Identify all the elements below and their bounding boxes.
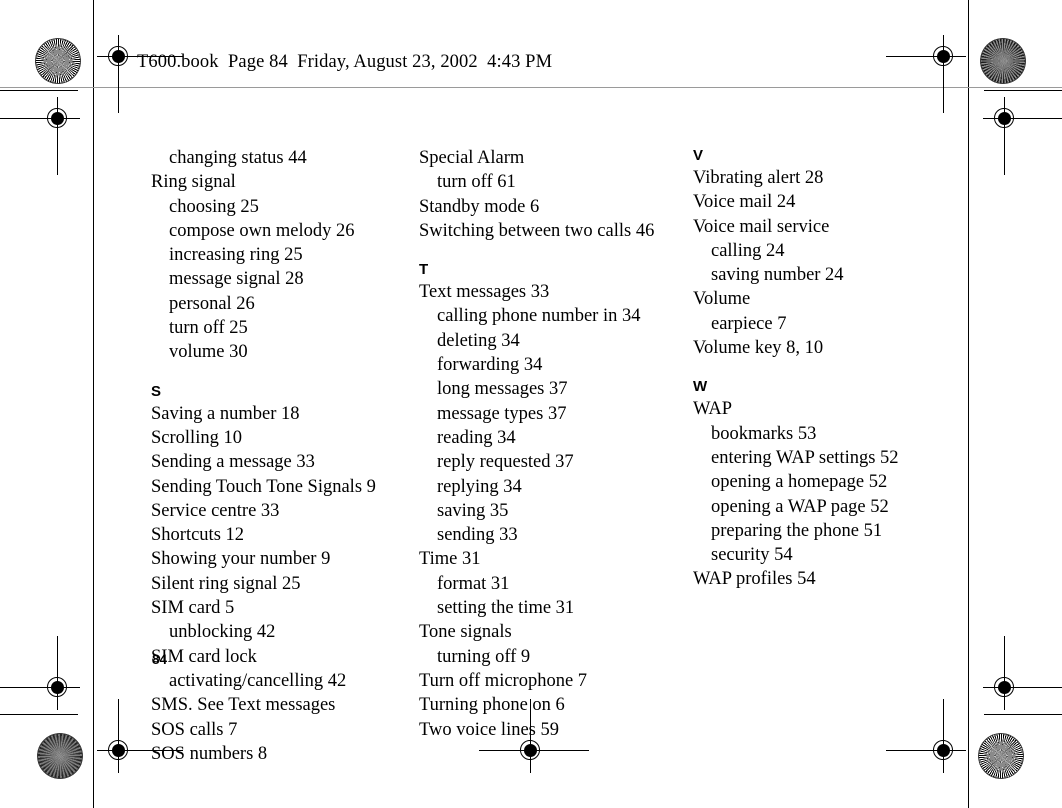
star-target-top-right bbox=[980, 38, 1026, 84]
trim-line-left bbox=[93, 0, 94, 808]
index-subentry: deleting 34 bbox=[437, 330, 520, 351]
index-subentry: message signal 28 bbox=[169, 269, 304, 290]
index-entry: Special Alarm bbox=[419, 148, 525, 168]
index-subentry: increasing ring 25 bbox=[169, 245, 303, 266]
index-entry: Switching between two calls 46 bbox=[419, 220, 655, 241]
index-subentry: activating/cancelling 42 bbox=[169, 670, 347, 691]
index-entry: Shortcuts 12 bbox=[151, 525, 245, 546]
index-entry: Sending Touch Tone Signals 9 bbox=[151, 476, 376, 497]
index-column-1: changing status 44 Ring signal choosing 25… bbox=[151, 146, 413, 766]
index-subentry: forwarding 34 bbox=[437, 355, 543, 376]
index-entry: Scrolling 10 bbox=[151, 427, 242, 448]
index-entry: Sending a message 33 bbox=[151, 452, 315, 473]
index-entry: Text messages 33 bbox=[419, 282, 550, 303]
index-entry: Saving a number 18 bbox=[151, 403, 300, 424]
registration-mark-bottom-left-inner bbox=[97, 699, 183, 773]
header-rule bbox=[0, 87, 1062, 88]
index-entry: SOS numbers 8 bbox=[151, 743, 268, 764]
index-subentry: reply requested 37 bbox=[437, 452, 574, 473]
trim-line-right bbox=[968, 0, 969, 808]
index-subentry: turning off 9 bbox=[437, 646, 531, 667]
index-subentry: turn off 61 bbox=[437, 172, 516, 193]
index-entry: Volume key 8, 10 bbox=[693, 338, 824, 359]
index-entry: Voice mail service bbox=[693, 216, 830, 237]
index-entry: Volume bbox=[693, 289, 751, 310]
index-entry: Standby mode 6 bbox=[419, 196, 540, 217]
index-subentry: compose own melody 26 bbox=[169, 220, 355, 241]
index-section-letter: S bbox=[151, 382, 162, 400]
index-entry: Showing your number 9 bbox=[151, 549, 331, 570]
index-subentry: saving number 24 bbox=[711, 265, 844, 286]
index-subentry: message types 37 bbox=[437, 403, 567, 424]
index-column-3: V Vibrating alert 28 Voice mail 24 Voice ma… bbox=[693, 146, 963, 592]
index-entry: WAP bbox=[693, 399, 733, 420]
file-header-line: T600.book Page 84 Friday, August 23, 200… bbox=[137, 52, 553, 72]
star-target-bottom-right bbox=[978, 733, 1024, 779]
registration-mark-bottom-right-inner bbox=[886, 699, 966, 773]
index-entry: Turning phone on 6 bbox=[419, 695, 565, 716]
registration-mark-right-lower bbox=[983, 636, 1062, 710]
index-entry: Tone signals bbox=[419, 622, 512, 643]
index-subentry: long messages 37 bbox=[437, 379, 568, 400]
index-entry: Voice mail 24 bbox=[693, 192, 796, 213]
index-subentry: saving 35 bbox=[437, 500, 509, 521]
trim-line-bottom-right bbox=[984, 714, 1062, 715]
index-entry: WAP profiles 54 bbox=[693, 569, 816, 590]
index-section-letter: T bbox=[419, 261, 429, 279]
trim-line-top-left bbox=[0, 90, 78, 91]
page-number: 84 bbox=[152, 652, 168, 667]
trim-line-left-lower bbox=[93, 716, 94, 808]
index-column-2: Special Alarm turn off 61 Standby mode 6 Sw… bbox=[419, 146, 685, 742]
index-subentry: opening a homepage 52 bbox=[711, 472, 888, 493]
index-subentry: setting the time 31 bbox=[437, 598, 575, 619]
registration-mark-left-lower bbox=[0, 636, 80, 710]
trim-line-top-right bbox=[984, 90, 1062, 91]
index-entry: SIM card lock bbox=[151, 646, 257, 667]
index-subentry: format 31 bbox=[437, 573, 510, 594]
registration-mark-left-upper bbox=[0, 97, 80, 175]
index-subentry: choosing 25 bbox=[169, 196, 259, 217]
star-target-top-left bbox=[35, 38, 81, 84]
index-subentry: unblocking 42 bbox=[169, 622, 276, 643]
registration-mark-top-left-inner bbox=[97, 35, 183, 113]
index-subentry: changing status 44 bbox=[169, 148, 307, 168]
index-entry: SMS. See Text messages bbox=[151, 695, 336, 716]
index-subentry: replying 34 bbox=[437, 476, 522, 497]
registration-mark-right-upper bbox=[983, 97, 1062, 175]
index-subentry: earpiece 7 bbox=[711, 313, 787, 334]
index-subentry: turn off 25 bbox=[169, 318, 248, 339]
index-entry: Ring signal bbox=[151, 172, 236, 193]
printed-page-proof: T600.book Page 84 Friday, August 23, 200… bbox=[0, 0, 1062, 808]
index-entry: Silent ring signal 25 bbox=[151, 573, 301, 594]
index-entry: Two voice lines 59 bbox=[419, 719, 559, 740]
index-subentry: security 54 bbox=[711, 545, 793, 566]
index-subentry: entering WAP settings 52 bbox=[711, 447, 899, 468]
registration-mark-top-right-inner bbox=[886, 35, 966, 113]
index-subentry: calling phone number in 34 bbox=[437, 306, 641, 327]
index-subentry: opening a WAP page 52 bbox=[711, 496, 889, 517]
index-subentry: volume 30 bbox=[169, 342, 248, 363]
index-subentry: preparing the phone 51 bbox=[711, 520, 883, 541]
index-subentry: bookmarks 53 bbox=[711, 423, 817, 444]
index-section-letter: W bbox=[693, 378, 708, 396]
star-target-bottom-left bbox=[37, 733, 83, 779]
index-entry: SOS calls 7 bbox=[151, 719, 238, 740]
index-subentry: personal 26 bbox=[169, 293, 255, 314]
index-entry: SIM card 5 bbox=[151, 598, 235, 619]
index-entry: Turn off microphone 7 bbox=[419, 670, 588, 691]
index-subentry: sending 33 bbox=[437, 525, 518, 546]
index-entry: Time 31 bbox=[419, 549, 481, 570]
index-section-letter: V bbox=[693, 147, 704, 164]
index-subentry: reading 34 bbox=[437, 427, 516, 448]
trim-line-bottom-left bbox=[0, 714, 78, 715]
index-subentry: calling 24 bbox=[711, 240, 785, 261]
index-entry: Service centre 33 bbox=[151, 500, 280, 521]
index-entry: Vibrating alert 28 bbox=[693, 168, 824, 188]
